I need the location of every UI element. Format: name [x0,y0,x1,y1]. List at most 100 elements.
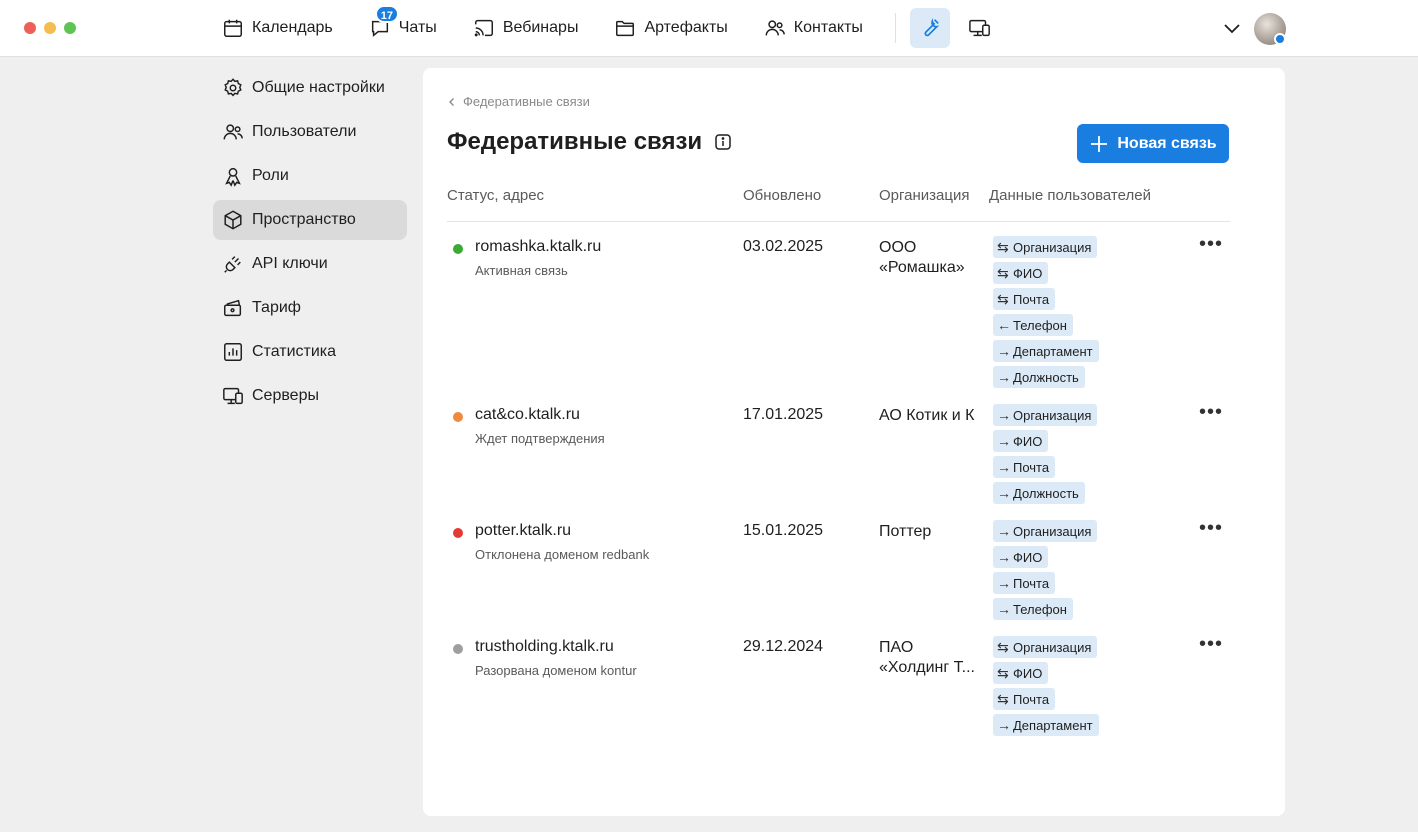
data-tag: ⇆ Организация [993,236,1098,258]
data-tag: → ФИО [993,546,1049,568]
table-header: Статус, адрес Обновлено Организация Данн… [447,178,1230,222]
data-tag: → ФИО [993,430,1049,452]
nav-contacts[interactable]: Контакты [764,17,863,39]
arrow-right-icon: → [997,369,1011,385]
row-address: potter.ktalk.ru [475,522,572,539]
sync-arrow-icon: ⇆ [997,239,1009,255]
row-address: trustholding.ktalk.ru [475,638,614,655]
sync-arrow-icon: ⇆ [997,265,1009,281]
info-icon[interactable] [714,133,732,151]
devices-button[interactable] [968,17,992,39]
tariff-icon [224,299,242,317]
data-tag: → Должность [993,366,1085,388]
sidebar-item-general[interactable]: Общие настройки [213,68,407,108]
arrow-right-icon: → [997,459,1011,475]
plus-icon [1091,135,1108,152]
more-options-icon[interactable]: ••• [1199,634,1223,654]
nav-webinars-label: Вебинары [502,19,579,36]
sidebar-item-space[interactable]: Пространство [213,200,407,240]
sidebar-item-label: Общие настройки [252,79,385,96]
sidebar-item-users[interactable]: Пользователи [213,112,407,152]
arrow-right-icon: → [997,717,1011,733]
data-tag: → Телефон [993,598,1073,620]
sidebar-item-label: Пространство [252,211,356,228]
breadcrumb[interactable]: Федеративные связи [447,94,590,109]
data-tag: → Департамент [993,714,1099,736]
row-address: romashka.ktalk.ru [475,238,602,255]
nav-calendar-label: Календарь [252,19,333,36]
sidebar-item-label: Серверы [252,387,319,404]
stats-icon [224,343,242,361]
minimize-window-button[interactable] [44,22,56,34]
arrow-right-icon: → [997,407,1011,423]
data-tag: → Организация [993,520,1098,542]
tag-label: Почта [1013,692,1050,707]
sidebar-item-tariff[interactable]: Тариф [213,288,407,328]
tag-label: Должность [1013,370,1079,385]
settings-sidebar: Общие настройки Пользователи Роли Простр… [213,68,407,420]
gear-icon [224,78,242,97]
row-date: 15.01.2025 [743,522,824,539]
window-controls [24,22,76,34]
arrow-right-icon: → [997,575,1011,591]
row-tags: → Организация → ФИО → Почта → Телефон [993,520,1098,624]
chevron-down-icon[interactable] [1222,20,1242,36]
tag-label: Организация [1013,640,1092,655]
nav-calendar[interactable]: Календарь [222,17,333,39]
sync-arrow-icon: ⇆ [997,639,1009,655]
chevron-left-icon [449,97,454,106]
sidebar-item-label: Тариф [252,299,301,316]
row-date: 29.12.2024 [743,638,824,655]
row-status: Отклонена доменом redbank [475,547,650,562]
sidebar-item-roles[interactable]: Роли [213,156,407,196]
calendar-icon [224,19,242,37]
column-header-updated[interactable]: Обновлено [743,187,821,204]
row-status: Разорвана доменом kontur [475,663,637,678]
wrench-icon [924,17,940,37]
data-tag: ⇆ ФИО [993,662,1049,684]
status-dot [453,412,463,422]
tag-label: ФИО [1013,666,1043,681]
sidebar-item-label: API ключи [252,255,328,272]
nav-webinars[interactable]: Вебинары [473,17,579,39]
tag-label: Департамент [1013,344,1093,359]
new-link-button[interactable]: Новая связь [1077,124,1229,163]
sidebar-item-statistics[interactable]: Статистика [213,332,407,372]
column-header-status[interactable]: Статус, адрес [447,187,544,204]
arrow-right-icon: → [997,485,1011,501]
more-options-icon[interactable]: ••• [1199,234,1223,254]
nav-artifacts[interactable]: Артефакты [614,17,728,39]
data-tag: → Департамент [993,340,1099,362]
contacts-icon [765,20,785,36]
tag-label: Почта [1013,460,1050,475]
data-tag: ⇆ ФИО [993,262,1049,284]
new-link-button-label: Новая связь [1117,134,1217,152]
status-dot [453,244,463,254]
close-window-button[interactable] [24,22,36,34]
plug-icon [224,256,241,273]
more-options-icon[interactable]: ••• [1199,402,1223,422]
tag-label: ФИО [1013,550,1043,565]
top-bar: Календарь 17 Чаты Вебинары Артефакты Кон… [0,0,1418,57]
sync-arrow-icon: ⇆ [997,691,1009,707]
more-options-icon[interactable]: ••• [1199,518,1223,538]
row-address: cat&co.ktalk.ru [475,406,580,423]
arrow-right-icon: → [997,523,1011,539]
tag-label: ФИО [1013,434,1043,449]
admin-tools-button[interactable] [909,8,950,48]
sidebar-item-api-keys[interactable]: API ключи [213,244,407,284]
nav-chats[interactable]: 17 Чаты [369,5,437,39]
arrow-left-icon: ← [997,317,1011,333]
maximize-window-button[interactable] [64,22,76,34]
column-header-user-data[interactable]: Данные пользователей [989,187,1151,204]
online-status-dot [1274,33,1286,45]
folder-icon [616,20,635,37]
row-org: АО Котик и К [879,407,975,424]
row-org: Поттер [879,523,932,540]
column-header-org[interactable]: Организация [879,187,969,204]
sidebar-item-servers[interactable]: Серверы [213,376,407,416]
nav-divider [894,13,896,43]
data-tag: ⇆ Почта [993,688,1056,710]
row-org: ООО «Ромашка» [879,239,965,276]
data-tag: → Почта [993,572,1056,594]
